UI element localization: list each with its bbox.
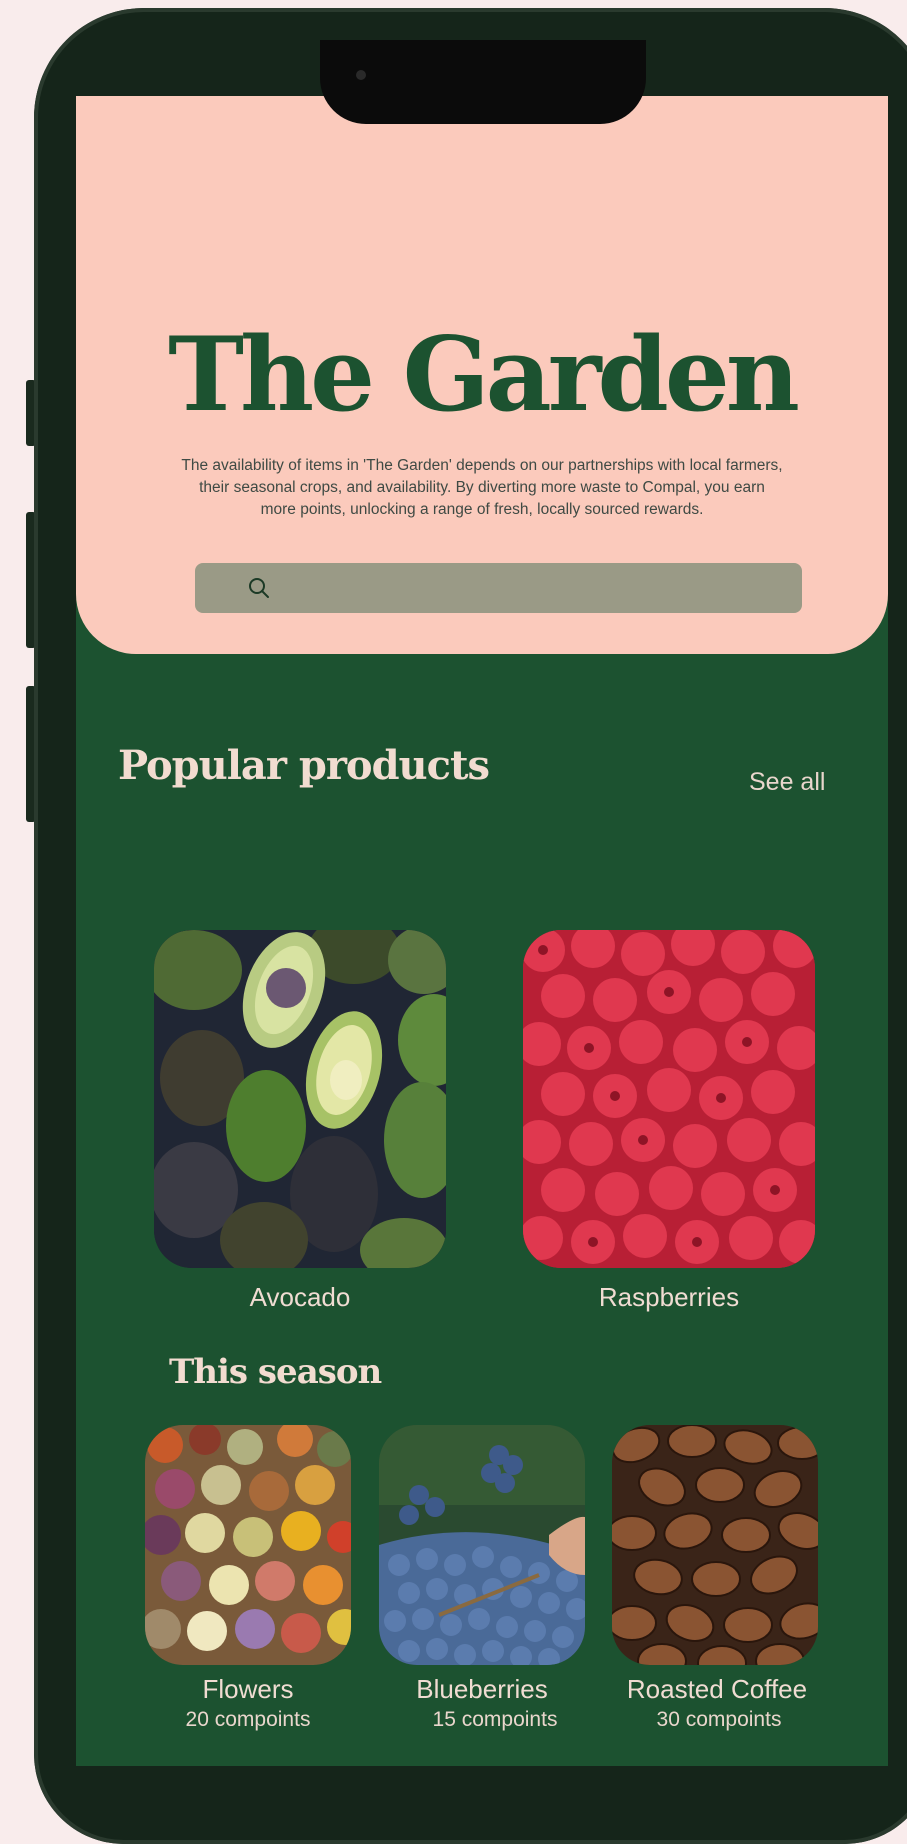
season-label-flowers: Flowers <box>202 1674 294 1704</box>
avocado-photo[interactable] <box>154 930 446 1268</box>
search-input[interactable] <box>195 563 802 613</box>
season-label-blueberries: Blueberries <box>416 1674 548 1704</box>
camera-dot <box>356 70 366 80</box>
raspberries-photo[interactable] <box>523 930 815 1268</box>
coffee-image <box>612 1425 818 1665</box>
product-label-avocado: Avocado <box>249 1282 351 1312</box>
season-points-roasted-coffee: 30 compoints <box>656 1708 782 1731</box>
popular-products-title: Popular products <box>118 742 490 789</box>
season-points-blueberries: 15 compoints <box>432 1708 558 1731</box>
header-section: The Garden The availability of items in … <box>76 96 888 654</box>
season-label-roasted-coffee: Roasted Coffee <box>626 1674 808 1704</box>
coffee-beans-photo[interactable] <box>612 1425 818 1665</box>
page-description: The availability of items in 'The Garden… <box>181 457 783 518</box>
this-season-title: This season <box>169 1352 382 1392</box>
flowers-image <box>145 1425 351 1665</box>
search-icon <box>249 578 269 598</box>
blueberries-photo[interactable] <box>379 1425 585 1665</box>
avocado-image <box>154 930 446 1268</box>
flowers-photo[interactable] <box>145 1425 351 1665</box>
page-title: The Garden <box>168 315 800 435</box>
phone-notch <box>320 40 646 124</box>
season-points-flowers: 20 compoints <box>185 1708 311 1731</box>
app-screen: The Garden The availability of items in … <box>76 96 888 1766</box>
blueberries-image <box>379 1425 585 1665</box>
raspberries-image <box>523 930 815 1268</box>
product-label-raspberries: Raspberries <box>598 1282 740 1312</box>
see-all-link[interactable]: See all <box>749 768 825 797</box>
